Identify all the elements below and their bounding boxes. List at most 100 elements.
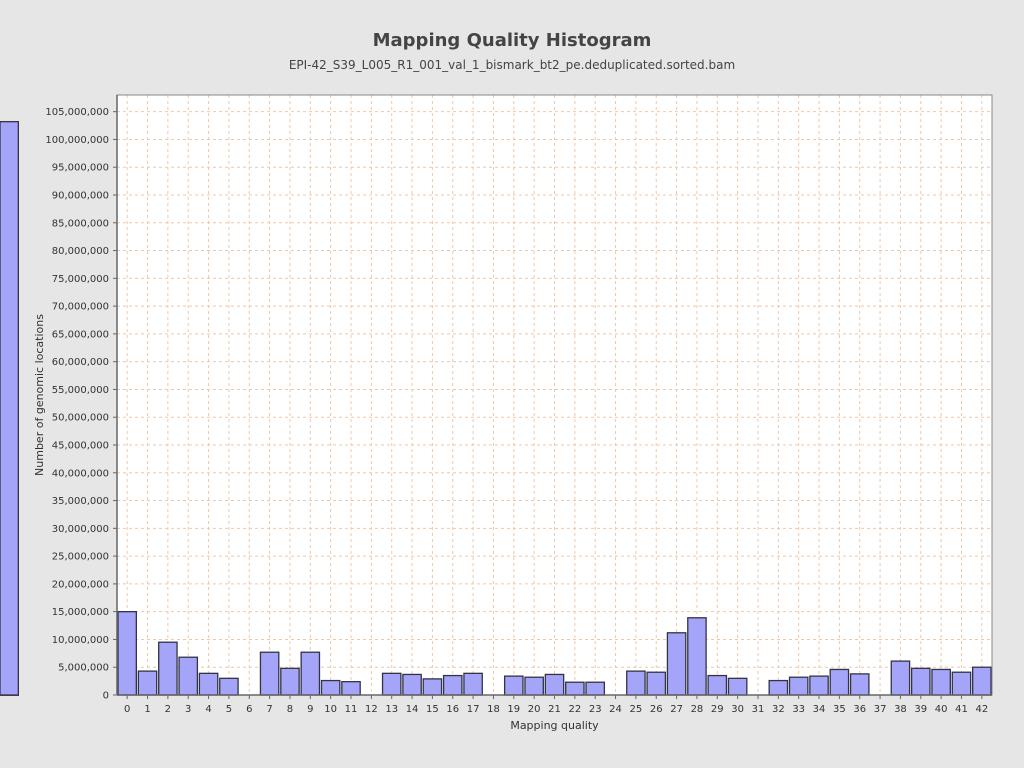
x-tick-label: 35 <box>833 704 846 715</box>
y-tick-label: 55,000,000 <box>52 385 109 396</box>
histogram-bar <box>727 677 748 696</box>
y-tick-label: 50,000,000 <box>52 413 109 424</box>
x-tick-label: 26 <box>650 704 663 715</box>
x-tick-label: 19 <box>507 704 520 715</box>
x-tick-label: 12 <box>365 704 378 715</box>
y-tick-label: 70,000,000 <box>52 302 109 313</box>
y-tick-label: 10,000,000 <box>52 635 109 646</box>
x-tick-label: 10 <box>324 704 337 715</box>
x-tick-label: 18 <box>487 704 500 715</box>
x-tick-label: 13 <box>385 704 398 715</box>
x-tick-label: 32 <box>772 704 785 715</box>
histogram-bar <box>524 676 544 696</box>
y-tick-label: 65,000,000 <box>52 329 109 340</box>
y-tick-label: 95,000,000 <box>52 163 109 174</box>
x-tick-label: 31 <box>752 704 765 715</box>
histogram-bar <box>931 668 951 696</box>
histogram-bar <box>585 681 606 696</box>
histogram-bar <box>951 671 972 696</box>
x-tick-label: 16 <box>446 704 459 715</box>
y-tick-label: 100,000,000 <box>45 135 109 146</box>
y-tick-label: 90,000,000 <box>52 191 109 202</box>
x-tick-label: 21 <box>548 704 561 715</box>
histogram-bar <box>972 666 992 696</box>
histogram-bar <box>910 667 931 696</box>
histogram-bar <box>158 641 178 696</box>
y-tick-label: 5,000,000 <box>58 663 109 674</box>
histogram-bar <box>503 675 524 696</box>
histogram-bar <box>666 632 687 696</box>
histogram-bar <box>809 675 829 696</box>
histogram-bar <box>849 673 870 696</box>
x-tick-label: 22 <box>568 704 581 715</box>
y-tick-label: 85,000,000 <box>52 218 109 229</box>
histogram-bar <box>626 670 646 696</box>
histogram-bar <box>300 651 321 696</box>
x-tick-label: 4 <box>205 704 211 715</box>
y-tick-label: 45,000,000 <box>52 441 109 452</box>
x-tick-label: 7 <box>266 704 272 715</box>
x-tick-label: 0 <box>124 704 130 715</box>
x-tick-label: 14 <box>406 704 419 715</box>
histogram-bar <box>381 672 402 696</box>
x-tick-label: 8 <box>287 704 293 715</box>
x-tick-label: 15 <box>426 704 439 715</box>
x-tick-label: 5 <box>226 704 232 715</box>
x-tick-label: 9 <box>307 704 313 715</box>
x-tick-label: 28 <box>691 704 704 715</box>
x-tick-label: 29 <box>711 704 724 715</box>
histogram-bar <box>117 611 137 696</box>
y-tick-label: 20,000,000 <box>52 579 109 590</box>
histogram-bar <box>890 660 911 696</box>
x-tick-label: 17 <box>467 704 480 715</box>
histogram-bar <box>544 673 565 696</box>
x-axis-title: Mapping quality <box>510 719 599 732</box>
y-axis-title: Number of genomic locations <box>33 314 46 476</box>
histogram-bar <box>788 676 809 696</box>
y-tick-label: 40,000,000 <box>52 468 109 479</box>
histogram-bar <box>687 617 707 696</box>
histogram-bar <box>219 677 239 696</box>
y-tick-label: 105,000,000 <box>45 107 109 118</box>
histogram-bar <box>463 672 483 696</box>
histogram-bar <box>137 670 158 696</box>
histogram-bar <box>707 674 728 696</box>
x-tick-label: 41 <box>955 704 968 715</box>
histogram-bar <box>198 672 219 696</box>
y-tick-label: 75,000,000 <box>52 274 109 285</box>
y-tick-label: 60,000,000 <box>52 357 109 368</box>
histogram-bar <box>829 668 850 696</box>
y-tick-label: 25,000,000 <box>52 552 109 563</box>
histogram-bar <box>442 674 463 696</box>
x-tick-label: 39 <box>914 704 927 715</box>
x-tick-label: 36 <box>853 704 866 715</box>
histogram-bar <box>768 679 789 696</box>
x-tick-label: 6 <box>246 704 252 715</box>
x-tick-label: 3 <box>185 704 191 715</box>
histogram-bar <box>178 656 199 696</box>
x-tick-label: 20 <box>528 704 541 715</box>
y-tick-label: 30,000,000 <box>52 524 109 535</box>
x-tick-label: 25 <box>630 704 643 715</box>
x-tick-label: 40 <box>935 704 948 715</box>
x-tick-label: 37 <box>874 704 887 715</box>
x-tick-label: 42 <box>975 704 988 715</box>
x-tick-label: 38 <box>894 704 907 715</box>
x-tick-label: 34 <box>813 704 826 715</box>
histogram-bar <box>320 679 341 696</box>
x-tick-label: 1 <box>144 704 150 715</box>
y-tick-label: 15,000,000 <box>52 607 109 618</box>
x-tick-label: 30 <box>731 704 744 715</box>
y-tick-label: 80,000,000 <box>52 246 109 257</box>
x-tick-label: 27 <box>670 704 683 715</box>
histogram-bar <box>646 671 667 696</box>
histogram-bar <box>280 667 300 696</box>
x-tick-label: 2 <box>165 704 171 715</box>
x-tick-label: 11 <box>345 704 358 715</box>
y-tick-label: 0 <box>103 691 109 702</box>
histogram-bar <box>259 651 280 696</box>
histogram-bar <box>565 681 585 696</box>
histogram-chart: 0 5,000,000 10,000,000 15,000,000 20,000,000… <box>0 94 993 732</box>
histogram-bar <box>0 121 19 696</box>
x-tick-label: 23 <box>589 704 602 715</box>
